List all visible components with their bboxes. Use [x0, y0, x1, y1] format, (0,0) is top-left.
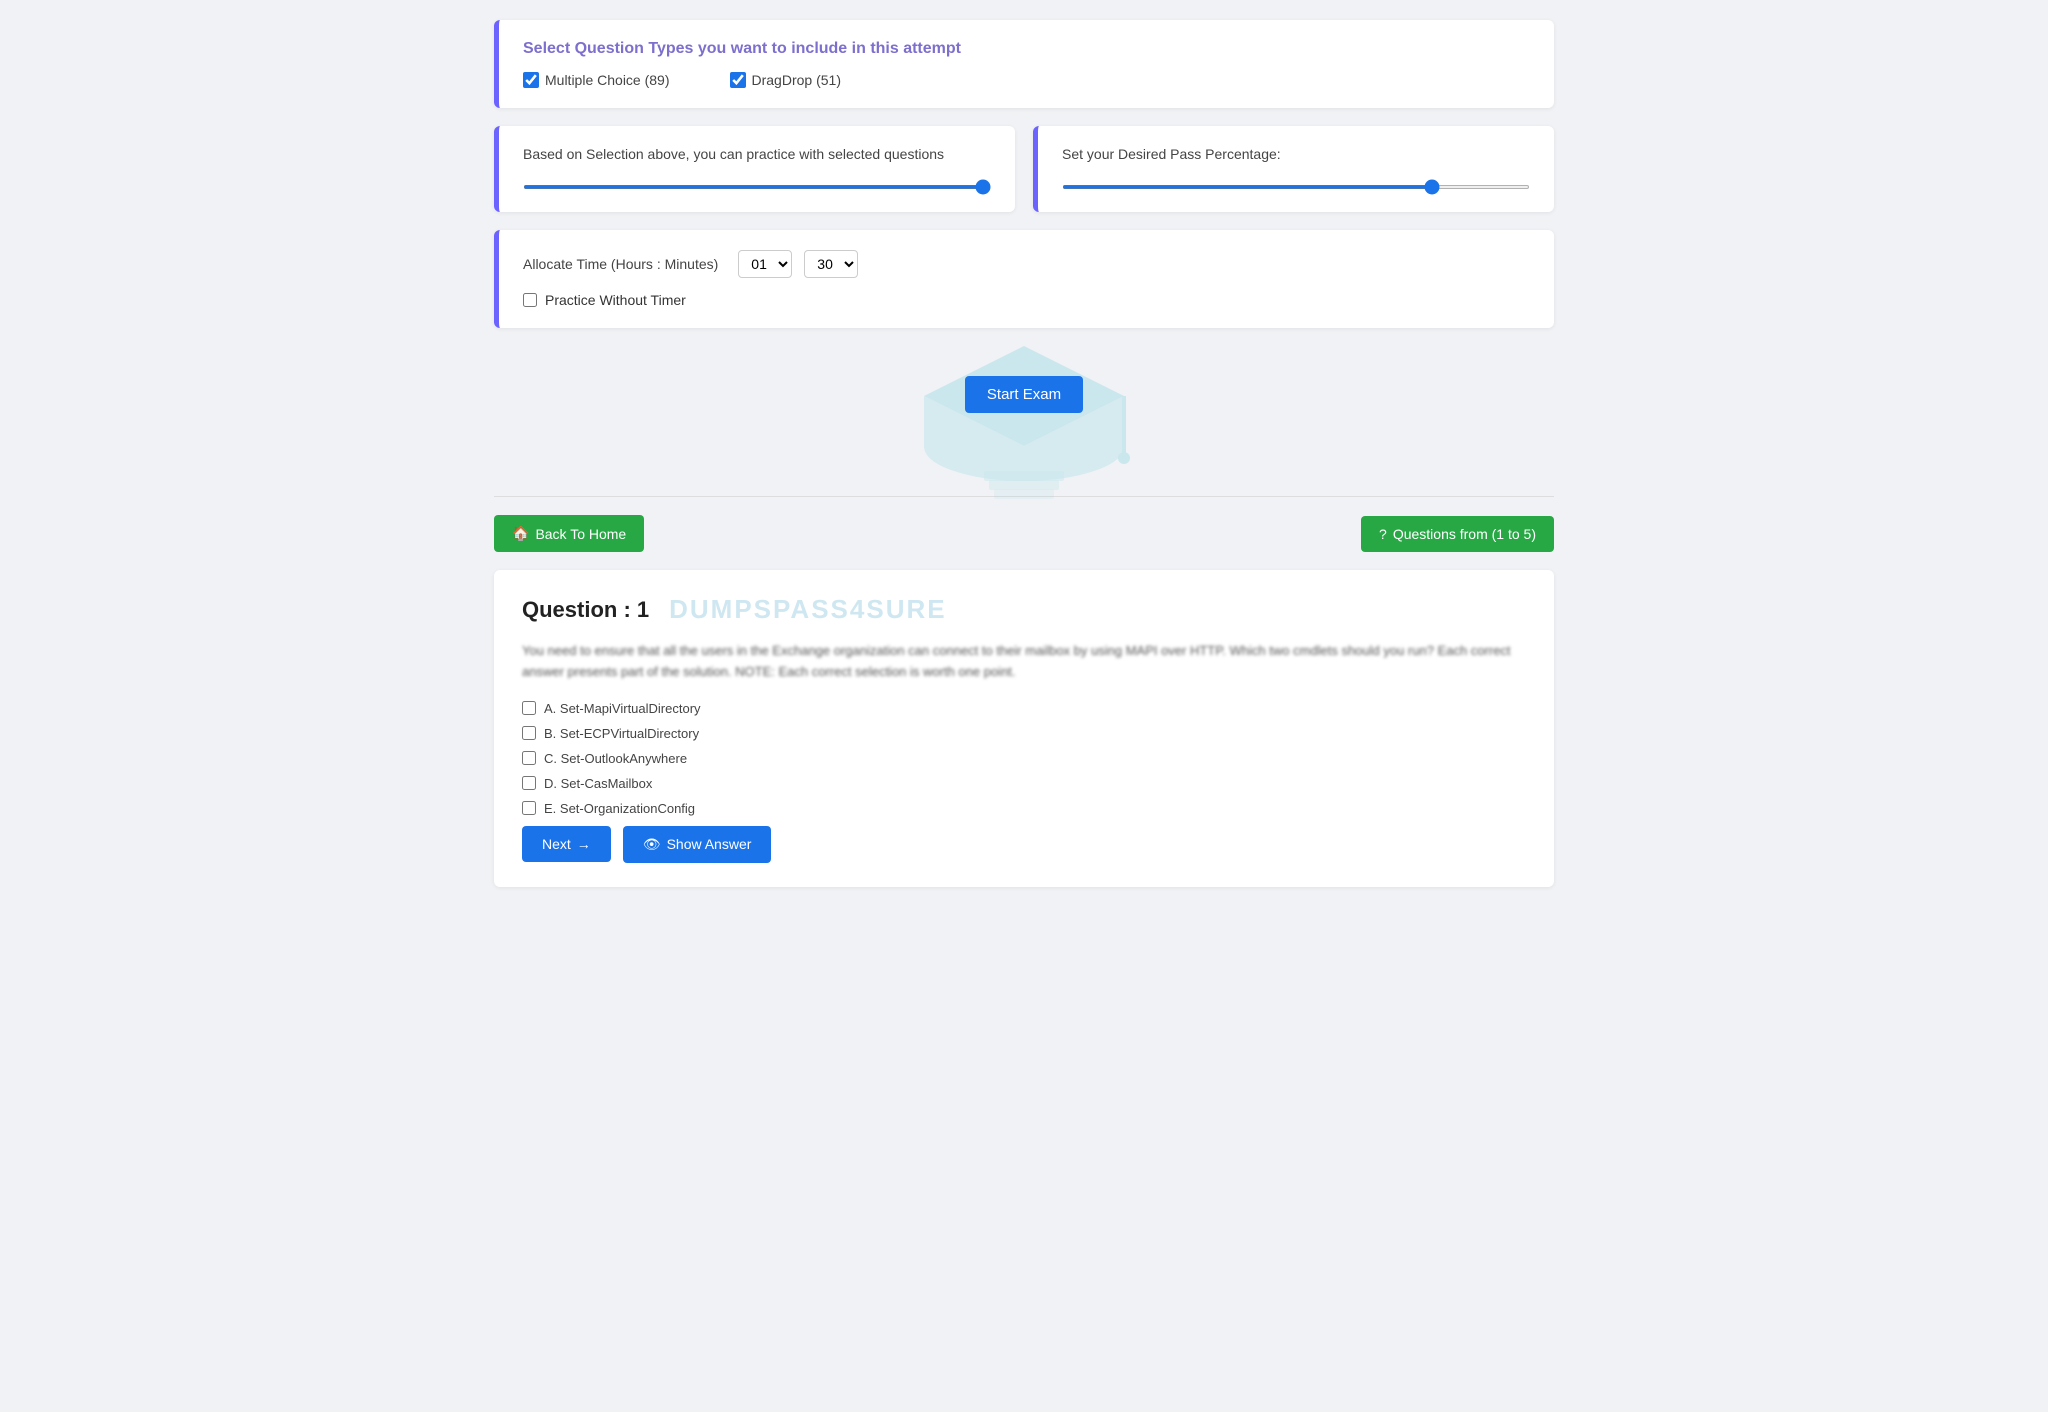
question-header: Question : 1 DUMPSPASS4SURE — [522, 594, 1526, 625]
question-number: Question : 1 — [522, 597, 649, 623]
option-d-checkbox[interactable] — [522, 776, 536, 790]
selection-slider[interactable] — [523, 185, 991, 189]
minutes-select[interactable]: 00 15 30 45 — [804, 250, 858, 278]
pass-percentage-slider[interactable] — [1062, 185, 1530, 189]
option-e-label: E. Set-OrganizationConfig — [544, 801, 695, 816]
option-a: A. Set-MapiVirtualDirectory — [522, 701, 1526, 716]
option-c-checkbox[interactable] — [522, 751, 536, 765]
questions-info-label: Questions from (1 to 5) — [1393, 526, 1536, 542]
show-answer-button[interactable]: 👁 Show Answer — [623, 826, 772, 863]
option-b-label: B. Set-ECPVirtualDirectory — [544, 726, 699, 741]
question-types-title: Select Question Types you want to includ… — [523, 40, 1530, 58]
arrow-right-icon: → — [577, 836, 591, 852]
questions-info-button[interactable]: ? Questions from (1 to 5) — [1361, 516, 1554, 552]
hours-select[interactable]: 01 02 03 — [738, 250, 792, 278]
question-mark-icon: ? — [1379, 526, 1387, 542]
question-options-list: A. Set-MapiVirtualDirectory B. Set-ECPVi… — [522, 701, 1526, 816]
question-types-options: Multiple Choice (89) DragDrop (51) — [523, 72, 1530, 88]
question-body: You need to ensure that all the users in… — [522, 641, 1526, 683]
start-exam-button[interactable]: Start Exam — [965, 376, 1083, 413]
timer-card: Allocate Time (Hours : Minutes) 01 02 03… — [494, 230, 1554, 328]
eye-icon: 👁 — [643, 836, 661, 853]
option-d-label: D. Set-CasMailbox — [544, 776, 652, 791]
dragdrop-checkbox[interactable] — [730, 72, 746, 88]
question-card: Question : 1 DUMPSPASS4SURE You need to … — [494, 570, 1554, 887]
multiple-choice-option[interactable]: Multiple Choice (89) — [523, 72, 670, 88]
option-c: C. Set-OutlookAnywhere — [522, 751, 1526, 766]
dragdrop-label: DragDrop (51) — [752, 72, 841, 88]
slider-section: Based on Selection above, you can practi… — [494, 126, 1554, 212]
next-button[interactable]: Next → — [522, 826, 611, 862]
practice-without-timer-row: Practice Without Timer — [523, 292, 1530, 308]
graduation-cap-watermark — [914, 316, 1134, 516]
multiple-choice-checkbox[interactable] — [523, 72, 539, 88]
dragdrop-option[interactable]: DragDrop (51) — [730, 72, 841, 88]
home-icon: 🏠 — [512, 525, 529, 542]
option-e: E. Set-OrganizationConfig — [522, 801, 1526, 816]
option-a-checkbox[interactable] — [522, 701, 536, 715]
question-types-card: Select Question Types you want to includ… — [494, 20, 1554, 108]
practice-without-timer-checkbox[interactable] — [523, 293, 537, 307]
option-b-checkbox[interactable] — [522, 726, 536, 740]
show-answer-label: Show Answer — [667, 836, 752, 852]
option-c-label: C. Set-OutlookAnywhere — [544, 751, 687, 766]
option-a-label: A. Set-MapiVirtualDirectory — [544, 701, 701, 716]
back-to-home-button[interactable]: 🏠 Back To Home — [494, 515, 644, 552]
pass-percentage-label: Set your Desired Pass Percentage: — [1062, 146, 1530, 162]
timer-label: Allocate Time (Hours : Minutes) — [523, 256, 718, 272]
brand-watermark: DUMPSPASS4SURE — [669, 594, 946, 625]
option-d: D. Set-CasMailbox — [522, 776, 1526, 791]
selection-info-card: Based on Selection above, you can practi… — [494, 126, 1015, 212]
back-to-home-label: Back To Home — [535, 526, 626, 542]
multiple-choice-label: Multiple Choice (89) — [545, 72, 670, 88]
option-b: B. Set-ECPVirtualDirectory — [522, 726, 1526, 741]
pass-percentage-card: Set your Desired Pass Percentage: — [1033, 126, 1554, 212]
practice-without-timer-label: Practice Without Timer — [545, 292, 686, 308]
timer-row: Allocate Time (Hours : Minutes) 01 02 03… — [523, 250, 1530, 278]
next-label: Next — [542, 836, 571, 852]
selection-info-label: Based on Selection above, you can practi… — [523, 146, 991, 162]
option-e-checkbox[interactable] — [522, 801, 536, 815]
bottom-nav: Next → 👁 Show Answer — [522, 826, 1526, 863]
navigation-bar: 🏠 Back To Home ? Questions from (1 to 5) — [494, 515, 1554, 552]
